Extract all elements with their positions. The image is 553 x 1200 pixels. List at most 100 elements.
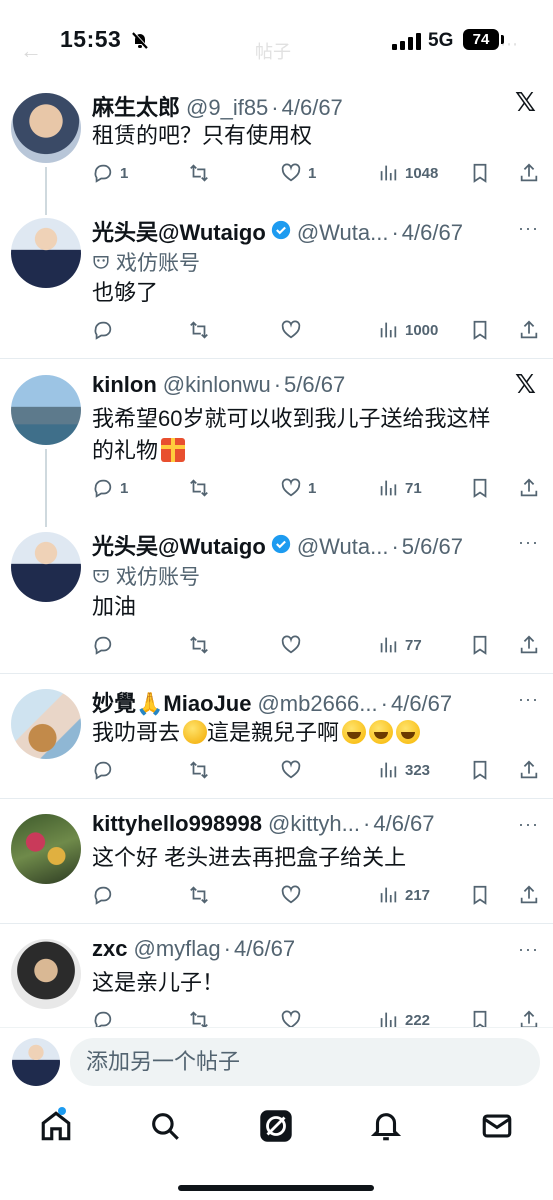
thread-line <box>45 167 47 215</box>
post-date[interactable]: 5/6/67 <box>402 534 463 560</box>
reply-button[interactable] <box>92 319 114 341</box>
bookmark-button[interactable] <box>469 759 491 781</box>
more-options-icon[interactable]: ··· <box>518 939 539 960</box>
repost-button[interactable] <box>188 477 210 499</box>
reply-icon <box>94 479 112 498</box>
view-count: 1000 <box>405 321 439 339</box>
post-date[interactable]: 4/6/67 <box>234 936 295 962</box>
post-date[interactable]: 4/6/67 <box>373 811 434 837</box>
reply-button[interactable] <box>92 884 114 906</box>
avatar[interactable] <box>12 1038 60 1086</box>
avatar[interactable] <box>11 689 81 759</box>
view-count: 71 <box>405 479 422 497</box>
bookmark-button[interactable] <box>469 634 491 656</box>
author-name[interactable]: zxc <box>92 936 127 962</box>
reply-button[interactable]: 1 <box>92 162 128 184</box>
repost-icon <box>190 636 208 654</box>
author-handle[interactable]: @Wuta... <box>297 534 389 560</box>
bookmark-button[interactable] <box>469 162 491 184</box>
view-count: 1048 <box>405 164 439 182</box>
like-button[interactable] <box>280 634 302 656</box>
views-button[interactable]: 71 <box>377 477 422 499</box>
avatar[interactable] <box>11 814 81 884</box>
post-date[interactable]: 4/6/67 <box>282 95 343 121</box>
reply-button[interactable]: 1 <box>92 477 128 499</box>
like-button[interactable] <box>280 759 302 781</box>
home-icon[interactable] <box>39 1107 73 1143</box>
views-button[interactable]: 323 <box>377 759 430 781</box>
more-options-icon[interactable]: ··· <box>518 814 539 835</box>
share-button[interactable] <box>518 162 540 184</box>
share-button[interactable] <box>518 477 540 499</box>
bookmark-button[interactable] <box>469 319 491 341</box>
like-button[interactable] <box>280 884 302 906</box>
back-arrow-icon[interactable]: ← <box>20 38 42 64</box>
reply-input[interactable]: 添加另一个帖子 <box>70 1038 540 1086</box>
post-date[interactable]: 4/6/67 <box>391 691 452 717</box>
reply-count: 1 <box>120 479 129 497</box>
post-date[interactable]: 5/6/67 <box>284 372 345 398</box>
post-text-part: 這是親兒子啊 <box>207 720 340 745</box>
reply-icon <box>94 886 112 905</box>
author-name[interactable]: kittyhello998998 <box>92 811 262 837</box>
author-handle[interactable]: @mb2666... <box>257 691 377 717</box>
views-button[interactable]: 1048 <box>377 162 438 184</box>
like-button[interactable]: 1 <box>280 162 316 184</box>
grinning-face-emoji-icon <box>369 720 394 744</box>
bookmark-icon <box>473 320 487 340</box>
reply-composer: 添加另一个帖子 <box>0 1027 553 1097</box>
views-button[interactable]: 217 <box>377 884 430 906</box>
like-button[interactable] <box>280 319 302 341</box>
mask-icon <box>93 256 109 269</box>
silent-bell-icon <box>130 30 150 55</box>
author-handle[interactable]: @Wuta... <box>297 220 389 246</box>
search-icon[interactable] <box>148 1109 182 1143</box>
author-name[interactable]: 麻生太郎 <box>92 90 180 122</box>
post-header: 光头吴@Wutaigo @Wuta... · 4/6/67 <box>92 215 463 247</box>
bookmark-button[interactable] <box>469 477 491 499</box>
author-name[interactable]: 妙覺🙏MiaoJue <box>92 686 251 718</box>
views-icon <box>380 322 397 338</box>
repost-button[interactable] <box>188 319 210 341</box>
repost-button[interactable] <box>188 162 210 184</box>
author-name[interactable]: 光头吴@Wutaigo <box>92 215 266 247</box>
author-name[interactable]: 光头吴@Wutaigo <box>92 529 266 561</box>
bookmark-button[interactable] <box>469 884 491 906</box>
more-options-icon[interactable]: ··· <box>518 532 539 553</box>
reply-button[interactable] <box>92 634 114 656</box>
repost-button[interactable] <box>188 634 210 656</box>
author-handle[interactable]: @9_if85 <box>186 95 268 121</box>
avatar[interactable] <box>11 532 81 602</box>
repost-button[interactable] <box>188 884 210 906</box>
share-button[interactable] <box>518 884 540 906</box>
heart-icon <box>281 163 301 182</box>
messages-icon[interactable] <box>480 1109 514 1143</box>
post-date[interactable]: 4/6/67 <box>402 220 463 246</box>
bottom-tab-bar <box>0 1097 553 1200</box>
like-count: 1 <box>308 164 317 182</box>
share-button[interactable] <box>518 634 540 656</box>
author-handle[interactable]: @kittyh... <box>268 811 360 837</box>
views-button[interactable]: 1000 <box>377 319 438 341</box>
reply-button[interactable] <box>92 759 114 781</box>
avatar[interactable] <box>11 218 81 288</box>
share-button[interactable] <box>518 319 540 341</box>
grok-icon[interactable] <box>259 1109 293 1143</box>
author-name-part: MiaoJue <box>163 691 252 716</box>
author-handle[interactable]: @kinlonwu <box>163 372 271 398</box>
share-button[interactable] <box>518 759 540 781</box>
notifications-icon[interactable] <box>369 1109 403 1143</box>
avatar[interactable] <box>11 939 81 1009</box>
post-text: 这个好 老头进去再把盒子给关上 <box>92 845 407 870</box>
avatar[interactable] <box>11 93 81 163</box>
post-text: 租赁的吧？只有使用权 <box>92 123 313 148</box>
views-button[interactable]: 77 <box>377 634 422 656</box>
author-name[interactable]: kinlon <box>92 372 157 398</box>
more-options-icon[interactable]: ··· <box>518 689 539 710</box>
like-button[interactable]: 1 <box>280 477 316 499</box>
x-logo-icon: 𝕏 <box>515 88 536 118</box>
repost-button[interactable] <box>188 759 210 781</box>
author-handle[interactable]: @myflag <box>133 936 220 962</box>
more-options-icon[interactable]: ··· <box>518 218 539 239</box>
avatar[interactable] <box>11 375 81 445</box>
